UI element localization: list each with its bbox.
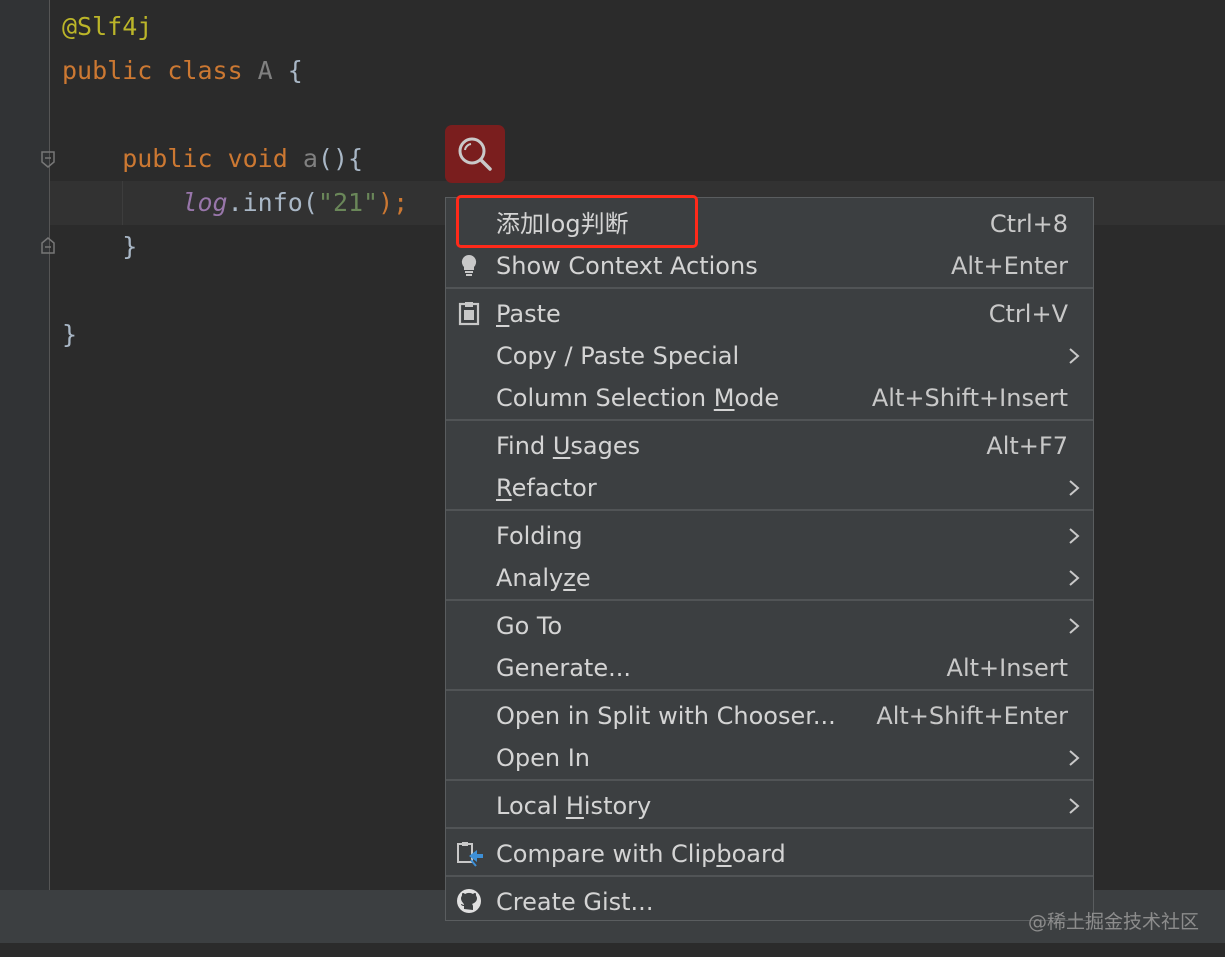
menu-item-label: Open in Split with Chooser... bbox=[496, 702, 836, 730]
menu-separator bbox=[446, 779, 1093, 781]
code-line[interactable]: log.info("21"); bbox=[62, 188, 408, 218]
menu-item-label: Compare with Clipboard bbox=[496, 840, 786, 868]
code-token: class bbox=[167, 56, 258, 85]
chevron-right-icon bbox=[1067, 797, 1081, 815]
menu-item-label: Local History bbox=[496, 792, 652, 820]
chevron-right-icon bbox=[1067, 569, 1081, 587]
context-menu: 添加log判断 Ctrl+8 Show Context Actions Alt+… bbox=[445, 197, 1094, 921]
code-line[interactable]: @Slf4j bbox=[62, 12, 152, 42]
code-token: "21" bbox=[317, 188, 379, 217]
code-line[interactable]: } bbox=[62, 232, 137, 262]
menu-item-folding[interactable]: Folding bbox=[446, 514, 1093, 556]
menu-item-shortcut: Alt+Shift+Enter bbox=[876, 702, 1068, 730]
code-line[interactable]: public class A { bbox=[62, 56, 303, 86]
code-token: log bbox=[182, 188, 228, 217]
code-token: } bbox=[62, 232, 138, 261]
menu-item-shortcut: Alt+Enter bbox=[950, 252, 1068, 280]
menu-item-label: Go To bbox=[496, 612, 563, 640]
menu-item-label: Create Gist... bbox=[496, 888, 654, 916]
watermark: @稀土掘金技术社区 bbox=[1027, 911, 1199, 933]
chevron-right-icon bbox=[1067, 749, 1081, 767]
menu-item-generate[interactable]: Generate... Alt+Insert bbox=[446, 646, 1093, 688]
menu-item-label: Folding bbox=[496, 522, 583, 550]
menu-separator bbox=[446, 287, 1093, 289]
menu-separator bbox=[446, 509, 1093, 511]
menu-item-label: Copy / Paste Special bbox=[496, 342, 740, 370]
code-token: ); bbox=[378, 188, 409, 217]
search-icon bbox=[458, 137, 492, 171]
chevron-right-icon bbox=[1067, 617, 1081, 635]
menu-item-open-in-split[interactable]: Open in Split with Chooser... Alt+Shift+… bbox=[446, 694, 1093, 736]
menu-item-find-usages[interactable]: Find Usages Alt+F7 bbox=[446, 424, 1093, 466]
code-token: public bbox=[62, 56, 168, 85]
menu-item-compare-with-clipboard[interactable]: Compare with Clipboard bbox=[446, 832, 1093, 874]
menu-item-label: Generate... bbox=[496, 654, 631, 682]
menu-item-label: Refactor bbox=[496, 474, 597, 502]
chevron-right-icon bbox=[1067, 347, 1081, 365]
menu-item-local-history[interactable]: Local History bbox=[446, 784, 1093, 826]
code-token: } bbox=[62, 320, 78, 349]
menu-item-shortcut: Alt+F7 bbox=[986, 432, 1068, 460]
lightbulb-icon bbox=[456, 252, 482, 278]
code-line[interactable]: } bbox=[62, 320, 77, 350]
code-line[interactable]: public void a(){ bbox=[62, 144, 363, 174]
fold-marker-icon[interactable] bbox=[40, 235, 56, 255]
code-token: .info( bbox=[227, 188, 318, 217]
compare-icon bbox=[456, 840, 483, 867]
code-token: a bbox=[302, 144, 318, 173]
code-token: public bbox=[62, 144, 228, 173]
menu-separator bbox=[446, 827, 1093, 829]
github-icon bbox=[456, 888, 482, 914]
menu-item-paste[interactable]: Paste Ctrl+V bbox=[446, 292, 1093, 334]
menu-item-go-to[interactable]: Go To bbox=[446, 604, 1093, 646]
search-button[interactable] bbox=[445, 125, 505, 183]
menu-item-shortcut: Alt+Insert bbox=[946, 654, 1068, 682]
menu-separator bbox=[446, 419, 1093, 421]
fold-marker-icon[interactable] bbox=[40, 150, 56, 170]
chevron-right-icon bbox=[1067, 527, 1081, 545]
chevron-right-icon bbox=[1067, 479, 1081, 497]
menu-item-copy-paste-special[interactable]: Copy / Paste Special bbox=[446, 334, 1093, 376]
menu-item-label: Show Context Actions bbox=[496, 252, 758, 280]
menu-item-label: Column Selection Mode bbox=[496, 384, 780, 412]
clipboard-icon bbox=[456, 300, 482, 326]
menu-item-label: Find Usages bbox=[496, 432, 641, 460]
menu-item-shortcut: Ctrl+8 bbox=[989, 210, 1068, 238]
code-token: void bbox=[227, 144, 303, 173]
menu-item-label: Analyze bbox=[496, 564, 591, 592]
menu-item-refactor[interactable]: Refactor bbox=[446, 466, 1093, 508]
menu-item-label: Open In bbox=[496, 744, 591, 772]
code-token: (){ bbox=[317, 144, 364, 173]
bottom-strip bbox=[0, 943, 1225, 957]
code-token: @Slf4j bbox=[62, 12, 153, 41]
menu-item-analyze[interactable]: Analyze bbox=[446, 556, 1093, 598]
menu-item-show-context-actions[interactable]: Show Context Actions Alt+Enter bbox=[446, 244, 1093, 286]
menu-item-column-selection-mode[interactable]: Column Selection Mode Alt+Shift+Insert bbox=[446, 376, 1093, 418]
highlight-annotation-box bbox=[456, 195, 698, 248]
menu-separator bbox=[446, 689, 1093, 691]
menu-item-label: Paste bbox=[496, 300, 561, 328]
menu-item-shortcut: Alt+Shift+Insert bbox=[871, 384, 1068, 412]
menu-separator bbox=[446, 875, 1093, 877]
menu-item-create-gist[interactable]: Create Gist... bbox=[446, 880, 1093, 922]
editor-gutter bbox=[0, 0, 55, 890]
code-token: { bbox=[287, 56, 303, 85]
code-token: A bbox=[257, 56, 288, 85]
menu-separator bbox=[446, 599, 1093, 601]
menu-item-shortcut: Ctrl+V bbox=[988, 300, 1068, 328]
menu-item-open-in[interactable]: Open In bbox=[446, 736, 1093, 778]
